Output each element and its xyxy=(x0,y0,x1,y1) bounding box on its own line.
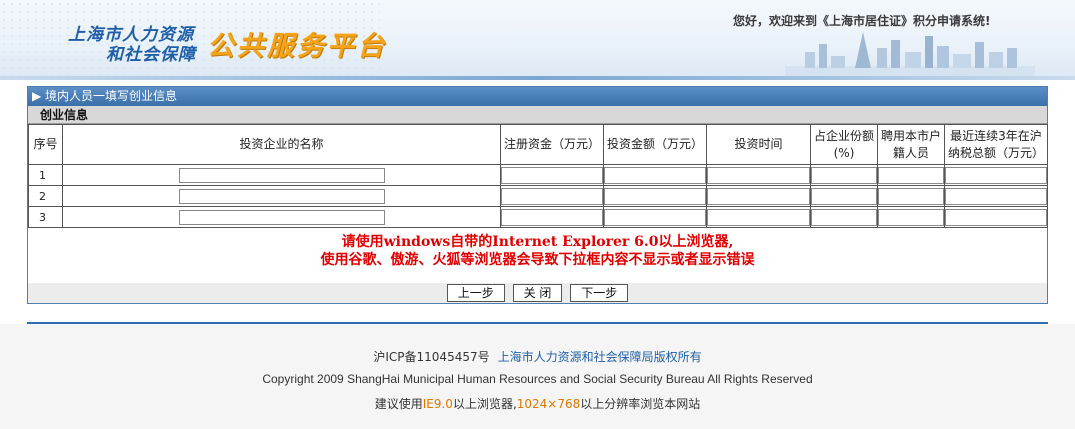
investment-time-cell xyxy=(706,185,811,207)
footer-browser-advice: 建议使用IE9.0以上浏览器,1024×768以上分辨率浏览本网站 xyxy=(0,395,1075,412)
investment-time-input[interactable] xyxy=(707,208,810,226)
registered-capital-input[interactable] xyxy=(501,187,603,205)
investment-amount-input[interactable] xyxy=(604,187,706,205)
investment-amount-cell xyxy=(603,164,707,186)
section-title: 创业信息 xyxy=(28,106,1047,124)
share-percent-input[interactable] xyxy=(811,208,877,226)
action-button-row: 上一步 关 闭 下一步 xyxy=(28,283,1047,303)
registered-capital-input[interactable] xyxy=(501,166,603,184)
col-header-index: 序号 xyxy=(28,124,63,165)
col-header-investment-amount: 投资金额（万元） xyxy=(603,124,707,165)
share-percent-input[interactable] xyxy=(811,187,877,205)
share-percent-cell xyxy=(810,164,878,186)
advice-prefix: 建议使用 xyxy=(374,397,423,411)
investment-table: 序号 投资企业的名称 注册资金（万元） 投资金额（万元） 投资时间 占企业份额(… xyxy=(28,124,1048,228)
local-employees-cell xyxy=(877,164,945,186)
site-header: 上海市人力资源 和社会保障 公共服务平台 您好，欢迎来到《上海市居住证》积分申请… xyxy=(0,0,1075,80)
prev-step-button[interactable]: 上一步 xyxy=(446,284,505,302)
browser-warning-line1: 请使用windows自带的Internet Explorer 6.0以上浏览器, xyxy=(341,234,734,250)
col-header-share-percent: 占企业份额 (%) xyxy=(810,124,878,165)
browser-warning: 请使用windows自带的Internet Explorer 6.0以上浏览器,… xyxy=(28,228,1047,269)
local-employees-input[interactable] xyxy=(878,166,944,184)
advice-ie-version: IE9.0 xyxy=(422,397,453,411)
share-percent-cell xyxy=(810,185,878,207)
local-employees-input[interactable] xyxy=(878,208,944,226)
advice-suffix: 以上分辨率浏览本网站 xyxy=(580,397,701,411)
investment-time-cell xyxy=(706,206,811,228)
browser-warning-line2: 使用谷歌、傲游、火狐等浏览器会导致下拉框内容不显示或者显示错误 xyxy=(320,252,755,268)
investment-time-input[interactable] xyxy=(707,166,810,184)
header-divider xyxy=(0,76,1075,80)
registered-capital-cell xyxy=(500,206,604,228)
col-header-tax-total: 最近连续3年在沪 纳税总额（万元） xyxy=(944,124,1048,165)
investment-amount-cell xyxy=(603,185,707,207)
tax-total-input[interactable] xyxy=(945,166,1047,184)
site-footer: 沪ICP备11045457号 上海市人力资源和社会保障局版权所有 Copyrigh… xyxy=(0,324,1075,429)
local-employees-input[interactable] xyxy=(878,187,944,205)
col-header-registered-capital: 注册资金（万元） xyxy=(500,124,604,165)
row-index: 1 xyxy=(28,164,63,186)
registered-capital-cell xyxy=(500,185,604,207)
share-percent-cell xyxy=(810,206,878,228)
investment-amount-input[interactable] xyxy=(604,166,706,184)
tax-total-cell xyxy=(944,206,1048,228)
city-skyline-image xyxy=(785,32,1035,76)
local-employees-cell xyxy=(877,206,945,228)
logo-platform-name: 公共服务平台 xyxy=(207,31,387,62)
col-header-local-employees: 聘用本市户 籍人员 xyxy=(877,124,945,165)
table-header-row: 序号 投资企业的名称 注册资金（万元） 投资金额（万元） 投资时间 占企业份额(… xyxy=(28,124,1048,165)
company-name-cell xyxy=(62,164,501,186)
copyright-owner-link[interactable]: 上海市人力资源和社会保障局版权所有 xyxy=(498,350,702,364)
company-name-input[interactable] xyxy=(178,209,385,225)
company-name-input[interactable] xyxy=(178,167,385,183)
entrepreneurship-panel: ▶ 境内人员一填写创业信息 创业信息 序号 投资企业的名称 注册资金（万元） 投… xyxy=(27,86,1048,304)
company-name-cell xyxy=(62,206,501,228)
local-employees-cell xyxy=(877,185,945,207)
advice-middle: 以上浏览器, xyxy=(452,397,517,411)
registered-capital-cell xyxy=(500,164,604,186)
table-row: 3 xyxy=(28,206,1048,228)
close-button[interactable]: 关 闭 xyxy=(512,284,563,302)
investment-amount-cell xyxy=(603,206,707,228)
row-index: 2 xyxy=(28,185,63,207)
icp-number: 沪ICP备11045457号 xyxy=(373,350,490,364)
col-header-company-name: 投资企业的名称 xyxy=(62,124,501,165)
footer-copyright: Copyright 2009 ShangHai Municipal Human … xyxy=(262,372,813,386)
investment-time-cell xyxy=(706,164,811,186)
table-row: 2 xyxy=(28,185,1048,207)
tax-total-input[interactable] xyxy=(945,187,1047,205)
company-name-input[interactable] xyxy=(178,188,385,204)
col-header-investment-time: 投资时间 xyxy=(706,124,811,165)
advice-resolution: 1024×768 xyxy=(516,397,581,411)
tax-total-input[interactable] xyxy=(945,208,1047,226)
row-index: 3 xyxy=(28,206,63,228)
tax-total-cell xyxy=(944,164,1048,186)
registered-capital-input[interactable] xyxy=(501,208,603,226)
next-step-button[interactable]: 下一步 xyxy=(570,284,629,302)
investment-amount-input[interactable] xyxy=(604,208,706,226)
logo-text-line2: 和社会保障 xyxy=(106,45,196,65)
share-percent-input[interactable] xyxy=(811,166,877,184)
investment-time-input[interactable] xyxy=(707,187,810,205)
company-name-cell xyxy=(62,185,501,207)
tax-total-cell xyxy=(944,185,1048,207)
table-row: 1 xyxy=(28,164,1048,186)
footer-line1: 沪ICP备11045457号 上海市人力资源和社会保障局版权所有 xyxy=(0,348,1075,365)
panel-title: ▶ 境内人员一填写创业信息 xyxy=(28,87,1047,106)
